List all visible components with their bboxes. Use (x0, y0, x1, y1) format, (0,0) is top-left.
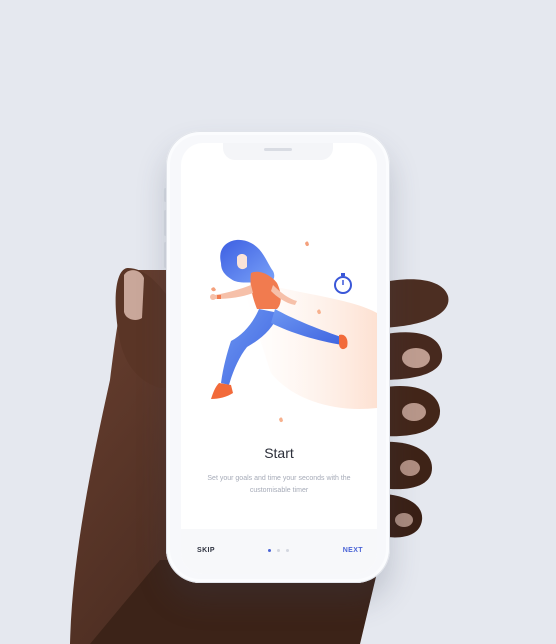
leaf-icon (305, 241, 309, 247)
runner-illustration (210, 239, 377, 423)
phone-speaker (264, 148, 292, 151)
leaf-icon (211, 287, 216, 292)
page-subtitle: Set your goals and time your seconds wit… (207, 475, 351, 494)
stopwatch-icon (334, 273, 352, 294)
phone-notch (223, 143, 333, 160)
page-title: Start (264, 445, 294, 461)
phone-screen: Start Set your goals and time your secon… (181, 143, 377, 574)
page-dot-2[interactable] (277, 549, 280, 552)
page-indicator (268, 549, 289, 552)
page-dot-1[interactable] (268, 549, 271, 552)
mockup-scene: Start Set your goals and time your secon… (0, 0, 556, 644)
onboarding-footer: SKIP NEXT (181, 529, 377, 574)
leaf-icon (279, 417, 283, 423)
next-button[interactable]: NEXT (343, 547, 363, 554)
skip-button[interactable]: SKIP (197, 547, 215, 554)
page-dot-3[interactable] (286, 549, 289, 552)
